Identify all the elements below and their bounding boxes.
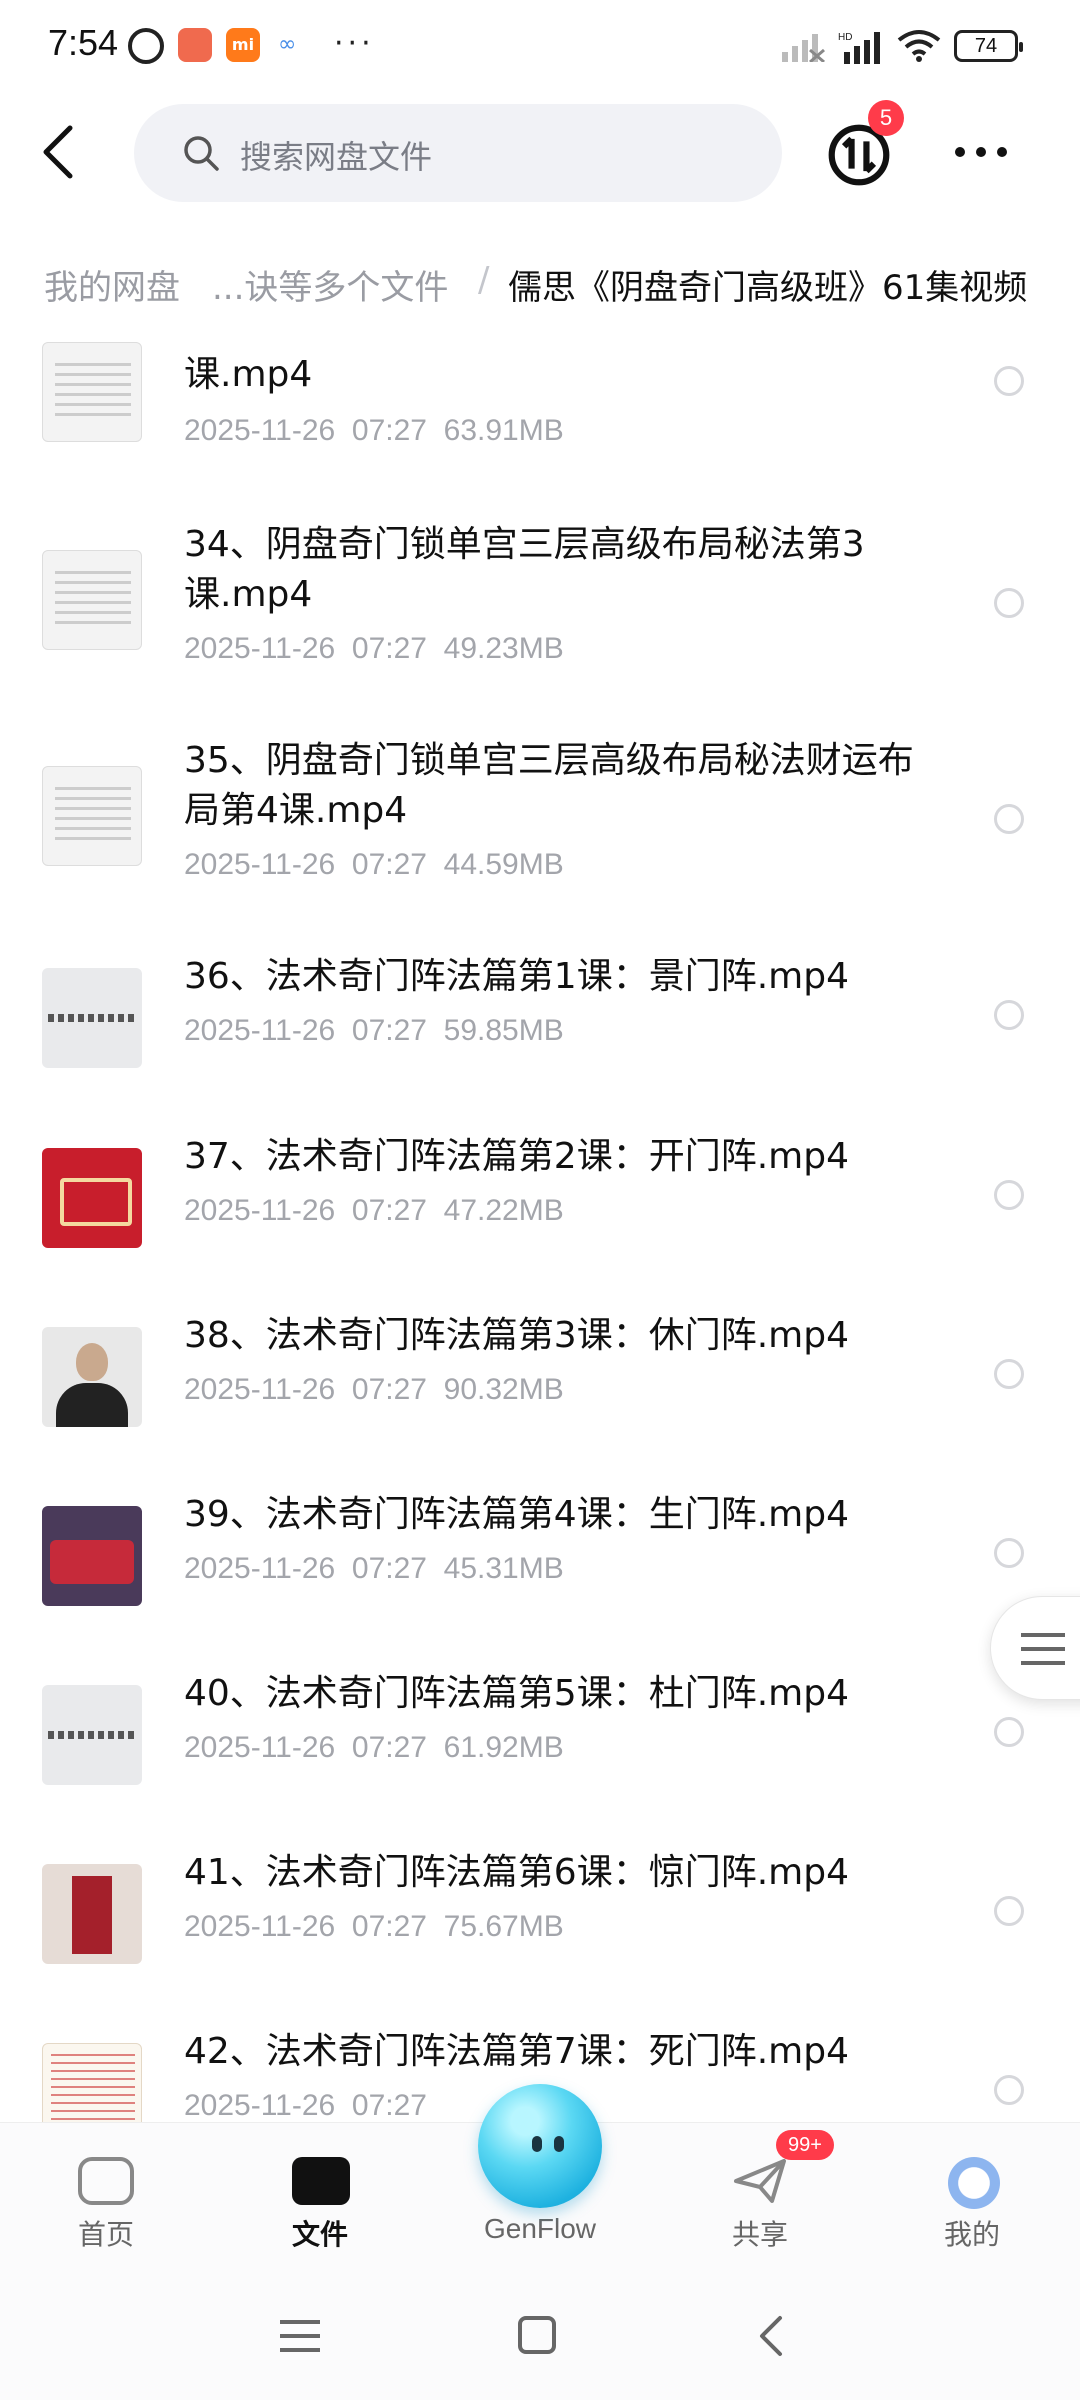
more-notifications-icon: ··· <box>334 26 375 61</box>
wifi-icon <box>897 30 941 62</box>
home-icon <box>78 2157 134 2205</box>
system-nav-bar <box>0 2272 1080 2400</box>
file-meta: 2025-11-26 07:27 44.59MB <box>184 848 564 881</box>
file-name: 40、法术奇门阵法篇第5课：杜门阵.mp4 <box>184 1673 849 1714</box>
signal-hd-icon: HD <box>838 32 880 64</box>
video-thumbnail <box>42 342 142 442</box>
video-thumbnail <box>42 550 142 650</box>
search-icon <box>184 136 219 171</box>
transfer-badge: 5 <box>868 100 904 136</box>
select-radio[interactable] <box>994 588 1024 618</box>
status-bar: 7:54 mi ∞ ··· HD 74 <box>0 0 1080 92</box>
nav-home[interactable]: 首页 <box>16 2123 196 2273</box>
select-radio[interactable] <box>994 1896 1024 1926</box>
video-thumbnail <box>42 1685 142 1785</box>
profile-icon <box>948 2157 1000 2209</box>
select-radio[interactable] <box>994 1359 1024 1389</box>
app-notification-icon <box>178 28 212 62</box>
video-thumbnail <box>42 2043 142 2122</box>
file-row[interactable]: 37、法术奇门阵法篇第2课：开门阵.mp4 2025-11-26 07:27 4… <box>0 1132 1080 1282</box>
file-meta: 2025-11-26 07:27 59.85MB <box>184 1014 564 1047</box>
breadcrumb: 我的网盘 ...诀等多个文件 / 儒思《阴盘奇门高级班》61集视频 <box>0 248 1080 320</box>
video-thumbnail <box>42 1327 142 1427</box>
file-row[interactable]: 35、阴盘奇门锁单宫三层高级布局秘法财运布局第4课.mp4 2025-11-26… <box>0 736 1080 936</box>
home-button-icon[interactable] <box>518 2316 556 2354</box>
share-badge: 99+ <box>776 2130 834 2160</box>
file-name: 42、法术奇门阵法篇第7课：死门阵.mp4 <box>184 2031 849 2072</box>
file-row[interactable]: 34、阴盘奇门锁单宫三层高级布局秘法第3课.mp4 2025-11-26 07:… <box>0 520 1080 720</box>
video-thumbnail <box>42 1864 142 1964</box>
nav-home-label: 首页 <box>77 2218 134 2251</box>
signal-icon <box>782 34 825 62</box>
file-row[interactable]: 40、法术奇门阵法篇第5课：杜门阵.mp4 2025-11-26 07:27 6… <box>0 1669 1080 1819</box>
system-back-icon[interactable] <box>756 2314 786 2358</box>
select-radio[interactable] <box>994 804 1024 834</box>
breadcrumb-root[interactable]: 我的网盘 <box>44 260 180 309</box>
file-meta: 2025-11-26 07:27 75.67MB <box>184 1910 564 1943</box>
folder-icon <box>292 2157 350 2205</box>
file-name: 38、法术奇门阵法篇第3课：休门阵.mp4 <box>184 1315 849 1356</box>
file-name: 41、法术奇门阵法篇第6课：惊门阵.mp4 <box>184 1852 849 1893</box>
file-name: 39、法术奇门阵法篇第4课：生门阵.mp4 <box>184 1494 849 1535</box>
battery-indicator: 74 <box>954 30 1023 62</box>
file-name: 课.mp4 <box>184 354 313 395</box>
file-meta: 2025-11-26 07:27 61.92MB <box>184 1731 564 1764</box>
more-icon[interactable] <box>954 140 1008 164</box>
file-meta: 2025-11-26 07:27 <box>184 2089 427 2122</box>
svg-text:HD: HD <box>838 32 852 43</box>
nav-me[interactable]: 我的 <box>882 2123 1062 2273</box>
file-row[interactable]: 41、法术奇门阵法篇第6课：惊门阵.mp4 2025-11-26 07:27 7… <box>0 1848 1080 1998</box>
select-radio[interactable] <box>994 1180 1024 1210</box>
mi-app-icon: mi <box>226 28 260 62</box>
orb-eye-right <box>554 2136 564 2152</box>
search-placeholder: 搜索网盘文件 <box>240 138 433 176</box>
video-thumbnail <box>42 1506 142 1606</box>
menu-icon <box>1021 1633 1065 1665</box>
orb-eye-left <box>532 2136 542 2152</box>
nav-share-label: 共享 <box>731 2218 788 2251</box>
video-thumbnail <box>42 1148 142 1248</box>
file-row[interactable]: 38、法术奇门阵法篇第3课：休门阵.mp4 2025-11-26 07:27 9… <box>0 1311 1080 1461</box>
file-name: 37、法术奇门阵法篇第2课：开门阵.mp4 <box>184 1136 849 1177</box>
nav-genflow-label: GenFlow <box>483 2213 597 2244</box>
video-thumbnail <box>42 766 142 866</box>
select-radio[interactable] <box>994 366 1024 396</box>
recent-apps-icon[interactable] <box>280 2320 320 2352</box>
file-meta: 2025-11-26 07:27 90.32MB <box>184 1373 564 1406</box>
select-radio[interactable] <box>994 1000 1024 1030</box>
file-row[interactable]: 39、法术奇门阵法篇第4课：生门阵.mp4 2025-11-26 07:27 4… <box>0 1490 1080 1640</box>
back-arrow-icon[interactable] <box>38 124 78 180</box>
file-meta: 2025-11-26 07:27 45.31MB <box>184 1552 564 1585</box>
breadcrumb-middle[interactable]: ...诀等多个文件 <box>212 260 448 309</box>
select-radio[interactable] <box>994 1717 1024 1747</box>
file-meta: 2025-11-26 07:27 47.22MB <box>184 1194 564 1227</box>
alarm-icon <box>128 28 164 64</box>
select-radio[interactable] <box>994 2075 1024 2105</box>
file-name: 36、法术奇门阵法篇第1课：景门阵.mp4 <box>184 956 849 997</box>
breadcrumb-current: 儒思《阴盘奇门高级班》61集视频 <box>508 268 1028 308</box>
nav-me-label: 我的 <box>943 2218 1000 2251</box>
nav-files-label: 文件 <box>291 2218 348 2251</box>
file-name: 34、阴盘奇门锁单宫三层高级布局秘法第3课.mp4 <box>184 524 865 615</box>
genflow-orb-icon[interactable] <box>478 2084 602 2208</box>
cloud-app-icon: ∞ <box>278 32 297 57</box>
video-thumbnail <box>42 968 142 1068</box>
paper-plane-icon <box>734 2159 786 2203</box>
file-meta: 2025-11-26 07:27 49.23MB <box>184 632 564 665</box>
nav-files[interactable]: 文件 <box>230 2123 410 2273</box>
search-input[interactable]: 搜索网盘文件 <box>134 104 782 202</box>
file-meta: 2025-11-26 07:27 63.91MB <box>184 414 564 447</box>
status-time: 7:54 <box>48 22 119 63</box>
select-radio[interactable] <box>994 1538 1024 1568</box>
breadcrumb-separator: / <box>478 260 490 300</box>
file-list: 课.mp4 2025-11-26 07:27 63.91MB 34、阴盘奇门锁单… <box>0 332 1080 2122</box>
file-row[interactable]: 36、法术奇门阵法篇第1课：景门阵.mp4 2025-11-26 07:27 5… <box>0 952 1080 1102</box>
file-name: 35、阴盘奇门锁单宫三层高级布局秘法财运布局第4课.mp4 <box>184 740 914 831</box>
file-row[interactable]: 课.mp4 2025-11-26 07:27 63.91MB <box>0 332 1080 478</box>
